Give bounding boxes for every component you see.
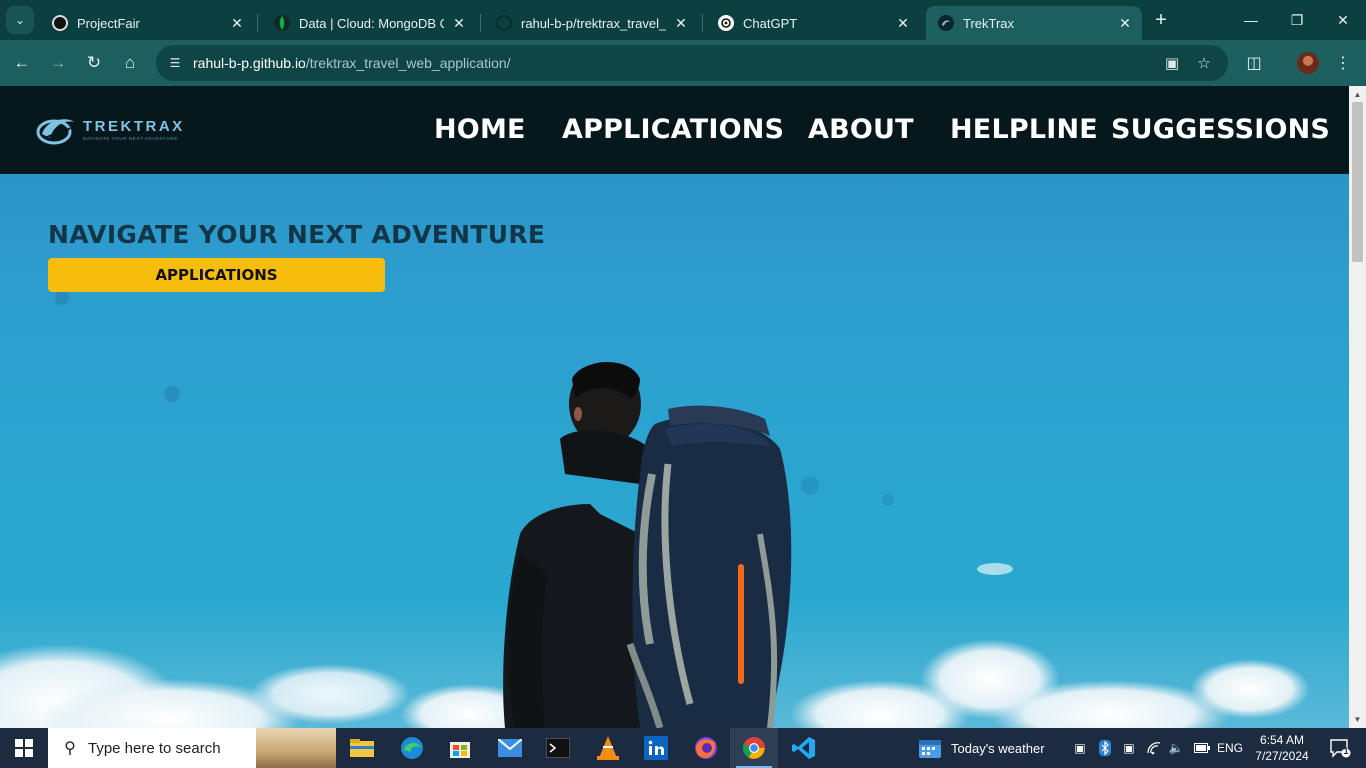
page-scrollbar[interactable]: ▲ ▼ — [1349, 86, 1366, 728]
projectfair-favicon-icon — [52, 15, 68, 31]
bookmark-star-icon[interactable]: ☆ — [1194, 53, 1214, 73]
hiker-figure — [503, 362, 792, 728]
weather-widget[interactable]: Today's weather — [918, 728, 1058, 768]
github-icon — [496, 15, 512, 31]
tab-mongodb[interactable]: Data | Cloud: MongoDB Cloud ✕ — [262, 6, 476, 40]
windows-taskbar: ⚲ Type here to search Today's weather ▣ … — [0, 728, 1366, 768]
language-indicator[interactable]: ENG — [1214, 728, 1246, 768]
browser-toolbar: ← → ↻ ⌂ ☰ rahul-b-p.github.io/trektrax_t… — [0, 40, 1366, 86]
camera-icon[interactable]: ▣ — [1120, 728, 1138, 768]
trektrax-favicon-icon — [938, 15, 954, 31]
close-tab-icon[interactable]: ✕ — [450, 14, 468, 32]
site-info-icon[interactable]: ☰ — [166, 54, 184, 72]
trektrax-logo[interactable]: TREKTRAX NAVIGATE YOUR NEXT ADVENTURE — [36, 112, 186, 148]
tab-divider — [257, 14, 258, 32]
battery-icon[interactable] — [1192, 728, 1212, 768]
tab-chatgpt[interactable]: ChatGPT ✕ — [706, 6, 920, 40]
clock-time: 6:54 AM — [1259, 733, 1305, 747]
display-icon[interactable]: ▣ — [1070, 728, 1090, 768]
browser-tab-strip: ⌄ ProjectFair ✕ Data | Cloud: MongoDB Cl… — [0, 0, 1366, 40]
scroll-up-arrow-icon[interactable]: ▲ — [1349, 86, 1366, 103]
firefox-icon[interactable] — [682, 728, 730, 768]
vscode-icon[interactable] — [780, 728, 828, 768]
system-clock[interactable]: 6:54 AM 7/27/2024 — [1250, 732, 1314, 764]
chatgpt-icon — [718, 15, 734, 31]
nav-applications[interactable]: APPLICATIONS — [562, 114, 784, 145]
vlc-icon[interactable] — [584, 728, 632, 768]
new-tab-plus-icon[interactable]: + — [1150, 9, 1172, 31]
nav-suggessions[interactable]: SUGGESSIONS — [1111, 114, 1330, 145]
restore-icon[interactable]: ❐ — [1274, 0, 1320, 40]
tab-divider — [702, 14, 703, 32]
reload-icon[interactable]: ↻ — [80, 49, 108, 77]
windows-start-icon[interactable] — [0, 728, 48, 768]
hero-title: NAVIGATE YOUR NEXT ADVENTURE — [48, 220, 546, 249]
file-explorer-icon[interactable] — [338, 728, 386, 768]
tab-title: ChatGPT — [743, 15, 798, 31]
translate-icon[interactable]: ▣ — [1162, 53, 1182, 73]
search-icon: ⚲ — [64, 740, 76, 757]
tab-title: TrekTrax — [963, 15, 1015, 31]
scrollbar-thumb[interactable] — [1352, 102, 1363, 262]
address-bar[interactable]: ☰ rahul-b-p.github.io/trektrax_travel_we… — [156, 45, 1228, 81]
weather-label: Today's weather — [951, 740, 1045, 756]
tab-trektrax[interactable]: TrekTrax ✕ — [926, 6, 1142, 40]
page-viewport: TREKTRAX NAVIGATE YOUR NEXT ADVENTURE HO… — [0, 86, 1349, 728]
home-icon[interactable]: ⌂ — [116, 49, 144, 77]
tab-projectfair[interactable]: ProjectFair ✕ — [40, 6, 254, 40]
tab-github[interactable]: rahul-b-p/trektrax_travel_web_applicatio… — [484, 6, 698, 40]
notification-center-icon[interactable]: 1 — [1320, 728, 1360, 768]
close-tab-icon[interactable]: ✕ — [894, 14, 912, 32]
tab-title: rahul-b-p/trektrax_travel_web_applicatio… — [521, 15, 666, 31]
applications-button[interactable]: APPLICATIONS — [48, 258, 385, 292]
logo-tagline: NAVIGATE YOUR NEXT ADVENTURE — [83, 136, 178, 141]
edge-browser-icon[interactable] — [388, 728, 436, 768]
wifi-icon[interactable] — [1144, 728, 1164, 768]
mail-icon[interactable] — [486, 728, 534, 768]
scroll-down-arrow-icon[interactable]: ▼ — [1349, 711, 1366, 728]
back-arrow-icon[interactable]: ← — [8, 49, 36, 77]
site-navbar: TREKTRAX NAVIGATE YOUR NEXT ADVENTURE HO… — [0, 86, 1349, 174]
tab-divider — [480, 14, 481, 32]
close-tab-icon[interactable]: ✕ — [1116, 14, 1134, 32]
url-text[interactable]: rahul-b-p.github.io/trektrax_travel_web_… — [193, 55, 511, 71]
tab-title: ProjectFair — [77, 15, 140, 31]
trektrax-logo-icon — [36, 119, 74, 145]
mongodb-leaf-icon — [274, 15, 290, 31]
search-highlight-image — [256, 728, 336, 768]
linkedin-icon[interactable] — [632, 728, 680, 768]
tab-search-chevron-icon[interactable]: ⌄ — [6, 6, 34, 34]
logo-wordmark: TREKTRAX — [83, 118, 185, 135]
profile-avatar[interactable] — [1295, 50, 1321, 76]
forward-arrow-icon[interactable]: → — [44, 49, 72, 77]
extensions-puzzle-icon[interactable]: ◫ — [1241, 50, 1267, 76]
close-tab-icon[interactable]: ✕ — [228, 14, 246, 32]
terminal-icon[interactable] — [534, 728, 582, 768]
notification-count-badge: 1 — [1343, 746, 1349, 756]
volume-muted-icon[interactable]: 🔈 — [1166, 728, 1186, 768]
browser-menu-icon[interactable]: ⋮ — [1330, 50, 1356, 76]
nav-about[interactable]: ABOUT — [808, 114, 914, 145]
close-window-icon[interactable]: ✕ — [1320, 0, 1366, 40]
chrome-icon[interactable] — [730, 728, 778, 768]
minimize-icon[interactable]: — — [1228, 0, 1274, 40]
taskbar-search-box[interactable]: ⚲ Type here to search — [48, 728, 336, 768]
microsoft-store-icon[interactable] — [436, 728, 484, 768]
nav-helpline[interactable]: HELPLINE — [950, 114, 1098, 145]
tab-title: Data | Cloud: MongoDB Cloud — [299, 15, 444, 31]
nav-home[interactable]: HOME — [434, 114, 526, 145]
search-placeholder: Type here to search — [88, 740, 221, 757]
clock-date: 7/27/2024 — [1255, 749, 1309, 763]
bluetooth-icon[interactable] — [1096, 728, 1114, 768]
calendar-weather-icon — [919, 740, 941, 758]
close-tab-icon[interactable]: ✕ — [672, 14, 690, 32]
